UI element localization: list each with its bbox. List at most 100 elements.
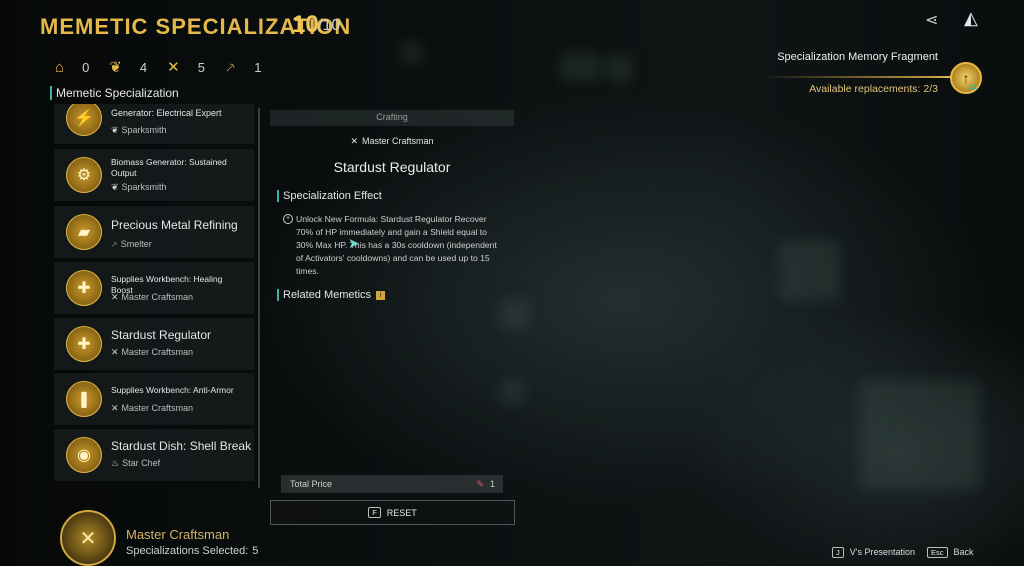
detail-category: Crafting xyxy=(376,112,408,122)
list-item-sub-label: Master Craftsman xyxy=(121,347,194,357)
share-icon[interactable]: ⋖ xyxy=(925,10,938,30)
crossed-tools-icon: ✕ xyxy=(111,347,119,357)
specialization-count-max: /10 xyxy=(318,17,341,34)
syringe-icon: ✚ xyxy=(66,270,102,306)
crossed-tools-icon: ✕ xyxy=(111,292,119,302)
total-price-label: Total Price xyxy=(290,479,333,489)
hammer-icon: ⸕ xyxy=(111,239,118,249)
back-label: Back xyxy=(953,547,974,557)
leaf-icon: ❦ xyxy=(111,182,119,192)
role-name: Master Craftsman xyxy=(126,527,230,542)
list-item-sub-label: Sparksmith xyxy=(121,182,167,192)
presentation-label: V's Presentation xyxy=(849,547,916,557)
ammo-icon: ❚ xyxy=(66,381,102,417)
list-item-sub-label: Master Craftsman xyxy=(121,292,194,302)
list-item[interactable]: ⚙ Biomass Generator: Sustained Output ❦ S… xyxy=(54,149,254,201)
dish-icon: ◉ xyxy=(66,437,102,473)
ingot-icon: ▰ xyxy=(66,214,102,250)
list-item-sub-label: Smelter xyxy=(120,239,152,249)
list-item-sub-label: Master Craftsman xyxy=(121,403,194,413)
section-label: Memetic Specialization xyxy=(50,86,179,100)
fragment-title: Specialization Memory Fragment xyxy=(777,51,938,63)
background-shape xyxy=(605,55,633,83)
house-icon: ⌂ xyxy=(55,58,65,76)
mouse-cursor-icon: ➤ xyxy=(348,235,360,251)
list-item[interactable]: ✚ Stardust Regulator ✕ Master Craftsman xyxy=(54,318,254,370)
fragment-replacements: Available replacements: 2/3 xyxy=(809,83,938,95)
detail-tag-label: Master Craftsman xyxy=(362,136,434,146)
list-item[interactable]: ▰ Precious Metal Refining ⸕ Smelter xyxy=(54,206,254,258)
list-item-title: Supplies Workbench: Anti-Armor xyxy=(111,385,234,395)
fragment-glow xyxy=(760,76,970,78)
detail-tag: ✕ Master Craftsman xyxy=(270,136,514,147)
list-item[interactable]: ◉ Stardust Dish: Shell Break ♨ Star Chef xyxy=(54,429,254,481)
back-key: Esc xyxy=(927,547,948,558)
stat-leaf: ❦ 4 xyxy=(109,58,147,76)
list-item-title: Stardust Regulator xyxy=(111,328,212,342)
list-item-sub: ❦ Sparksmith xyxy=(111,125,167,136)
background-shape xyxy=(400,42,422,64)
syringe-icon: ✚ xyxy=(66,326,102,362)
list-item-title: Precious Metal Refining xyxy=(111,218,238,232)
specialization-count: 10 xyxy=(292,11,319,38)
crossed-tools-icon: ✕ xyxy=(350,136,358,146)
specialization-stats: ⌂ 0 ❦ 4 ✕ 5 ⸕ 1 xyxy=(55,57,281,77)
stat-crossed-tools: ✕ 5 xyxy=(167,58,205,76)
stat-house: ⌂ 0 xyxy=(55,59,89,76)
total-price-amount: 1 xyxy=(489,479,495,489)
generator-icon: ⚙ xyxy=(66,157,102,193)
leaf-icon: ❦ xyxy=(109,59,122,76)
crossed-tools-icon: ✕ xyxy=(111,403,119,413)
effect-text: Unlock New Formula: Stardust Regulator R… xyxy=(296,214,497,276)
background-shape xyxy=(500,300,530,330)
role-selected-label: Specializations Selected: xyxy=(126,545,249,557)
unlock-icon: + xyxy=(283,214,293,224)
reset-button[interactable]: F RESET xyxy=(270,500,515,525)
background-shape xyxy=(500,380,524,404)
list-item-sub-label: Sparksmith xyxy=(121,125,167,135)
leaf-icon: ❦ xyxy=(111,125,119,135)
list-item-sub: ♨ Star Chef xyxy=(111,458,160,469)
list-item[interactable]: ✚ Supplies Workbench: Healing Boost ✕ Mas… xyxy=(54,262,254,314)
list-item-title: Biomass Generator: Sustained Output xyxy=(111,157,227,178)
hammer-icon: ⸕ xyxy=(224,59,237,76)
stat-value: 5 xyxy=(197,59,205,75)
specialization-list: ⚡ Generator: Electrical Expert ❦ Sparksmi… xyxy=(54,104,254,489)
background-shape xyxy=(780,240,840,300)
list-item-sub: ❦ Sparksmith xyxy=(111,182,167,193)
stat-value: 1 xyxy=(254,59,262,75)
list-item[interactable]: ❚ Supplies Workbench: Anti-Armor ✕ Master… xyxy=(54,373,254,425)
list-item-sub-label: Star Chef xyxy=(122,458,161,468)
total-price-row: Total Price ✎ 1 xyxy=(281,475,503,493)
crossed-tools-icon: ✕ xyxy=(167,59,180,76)
stat-hammer: ⸕ 1 xyxy=(225,57,262,77)
related-heading-label: Related Memetics xyxy=(283,289,372,301)
related-heading: Related Memetics i xyxy=(277,289,386,301)
swap-icon: ⇄ xyxy=(969,82,978,93)
detail-title: Stardust Regulator xyxy=(333,159,451,175)
list-item-title: Generator: Electrical Expert xyxy=(111,108,222,118)
game-logo-icon[interactable]: ◭ xyxy=(964,8,978,29)
fragment-cost-icon: ✎ xyxy=(476,479,484,489)
background-shape xyxy=(560,52,600,82)
role-selected-value: 5 xyxy=(252,545,259,557)
generator-icon: ⚡ xyxy=(66,104,102,136)
reset-key: F xyxy=(368,507,381,518)
info-icon[interactable]: i xyxy=(376,290,386,300)
list-scrollbar[interactable] xyxy=(258,108,260,488)
stat-value: 4 xyxy=(139,59,148,75)
background-shape xyxy=(860,380,980,490)
back-hint[interactable]: Esc Back xyxy=(927,547,974,558)
master-craftsman-emblem-icon: ✕ xyxy=(60,510,116,566)
reset-label: RESET xyxy=(386,507,417,518)
stat-value: 0 xyxy=(82,59,90,75)
list-item-sub: ✕ Master Craftsman xyxy=(111,403,193,414)
role-selected: Specializations Selected: 5 xyxy=(126,545,258,557)
list-item-sub: ✕ Master Craftsman xyxy=(111,347,193,358)
total-price-value: ✎ 1 xyxy=(476,479,495,490)
presentation-hint[interactable]: J V's Presentation xyxy=(832,547,915,558)
list-item[interactable]: ⚡ Generator: Electrical Expert ❦ Sparksmi… xyxy=(54,104,254,144)
list-item-title: Stardust Dish: Shell Break xyxy=(111,439,252,453)
list-item-sub: ⸕ Smelter xyxy=(111,237,152,250)
chef-icon: ♨ xyxy=(111,458,120,468)
